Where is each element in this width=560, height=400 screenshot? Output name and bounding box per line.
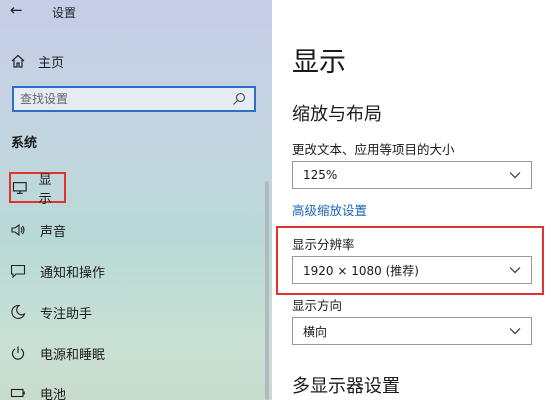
nav-home[interactable]: 主页 <box>10 50 210 72</box>
resolution-label: 显示分辨率 <box>292 237 355 252</box>
back-arrow-icon[interactable]: ← <box>10 1 23 19</box>
sidebar-item-label: 电池 <box>40 387 67 400</box>
sidebar-item-label: 专注助手 <box>40 306 93 322</box>
search-input[interactable] <box>14 89 232 109</box>
monitor-icon <box>12 181 27 194</box>
sidebar-item-sound[interactable]: 声音 <box>10 217 250 243</box>
sidebar-item-label: 通知和操作 <box>40 265 106 281</box>
resolution-value: 1920 × 1080 (推荐) <box>303 263 419 278</box>
home-label: 主页 <box>38 55 65 71</box>
sidebar-item-power-sleep[interactable]: 电源和睡眠 <box>10 340 250 366</box>
resolution-dropdown[interactable]: 1920 × 1080 (推荐) <box>292 256 532 284</box>
app-title: 设置 <box>52 6 77 20</box>
section-heading-scale-layout: 缩放与布局 <box>292 104 382 125</box>
sidebar-item-focus-assist[interactable]: 专注助手 <box>10 299 250 325</box>
title-bar: ← 设置 <box>0 0 272 24</box>
power-icon <box>11 346 25 360</box>
sidebar: ← 设置 主页 系统 显示 声音 <box>0 0 272 400</box>
text-size-label: 更改文本、应用等项目的大小 <box>292 142 455 157</box>
sidebar-item-display[interactable]: 显示 <box>9 172 66 207</box>
section-label-system: 系统 <box>11 136 38 151</box>
home-icon <box>11 54 25 68</box>
main-content: 显示 缩放与布局 更改文本、应用等项目的大小 125% 高级缩放设置 显示分辨率… <box>272 0 560 400</box>
orientation-dropdown[interactable]: 横向 <box>292 317 532 345</box>
search-box[interactable] <box>12 86 256 112</box>
notification-icon <box>10 264 26 279</box>
chevron-down-icon <box>509 267 521 274</box>
sidebar-item-label: 电源和睡眠 <box>40 347 106 363</box>
sidebar-item-label: 显示 <box>38 172 52 207</box>
orientation-value: 横向 <box>303 324 328 339</box>
sidebar-item-battery[interactable]: 电池 <box>10 380 250 400</box>
page-title: 显示 <box>292 47 346 78</box>
section-heading-multi-display: 多显示器设置 <box>292 376 400 397</box>
search-icon[interactable] <box>232 92 246 106</box>
advanced-scaling-link[interactable]: 高级缩放设置 <box>292 200 367 219</box>
chevron-down-icon <box>509 172 521 179</box>
text-size-dropdown[interactable]: 125% <box>292 161 532 189</box>
speaker-icon <box>11 223 25 237</box>
text-size-value: 125% <box>303 168 338 182</box>
sidebar-item-notifications[interactable]: 通知和操作 <box>10 258 250 284</box>
battery-icon <box>10 388 25 398</box>
sidebar-scrollbar[interactable] <box>265 181 269 400</box>
sidebar-item-label: 声音 <box>40 224 67 240</box>
moon-icon <box>11 304 26 320</box>
chevron-down-icon <box>509 328 521 335</box>
orientation-label: 显示方向 <box>292 298 343 313</box>
